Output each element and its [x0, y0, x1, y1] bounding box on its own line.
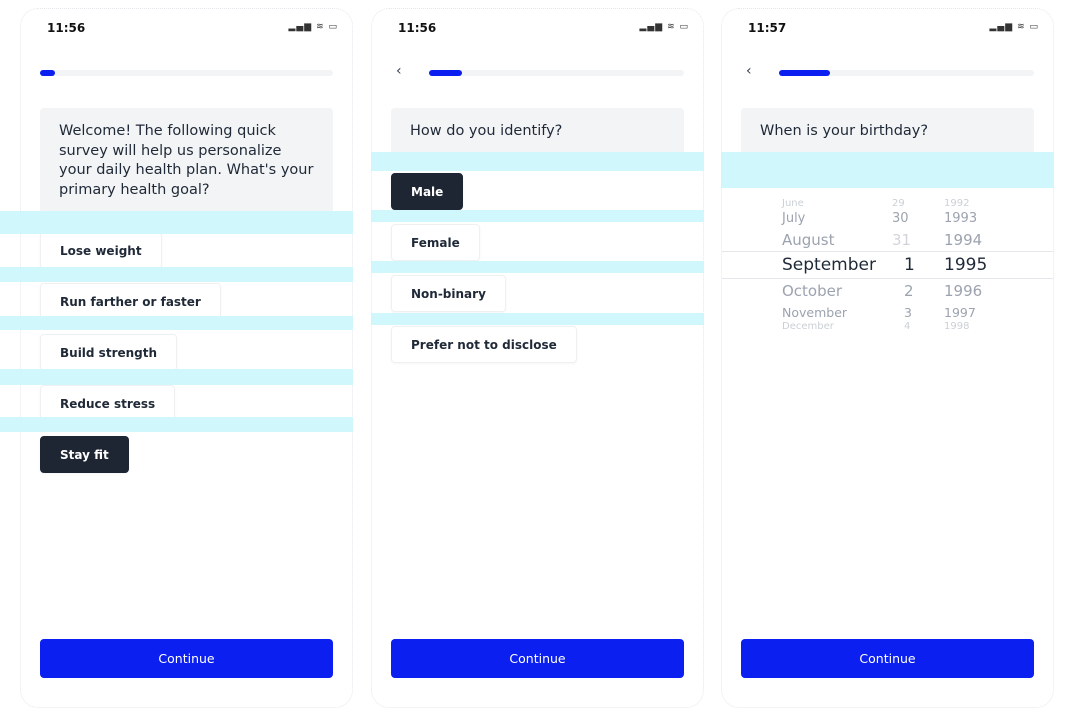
- day: 2: [904, 282, 914, 300]
- option-non-binary[interactable]: Non-binary: [391, 275, 506, 312]
- highlight-band: [371, 313, 704, 325]
- progress-bar: [429, 70, 684, 76]
- progress-fill: [779, 70, 830, 76]
- option-male[interactable]: Male: [391, 173, 464, 210]
- option-lose-weight[interactable]: Lose weight: [40, 232, 162, 269]
- picker-selected-row[interactable]: September 1 1995: [722, 251, 1053, 279]
- highlight-band: [0, 316, 353, 330]
- year: 1993: [944, 211, 978, 226]
- month: November: [782, 305, 848, 320]
- day: 4: [904, 321, 911, 332]
- selected-month: September: [782, 255, 876, 275]
- highlight-band: [371, 210, 704, 222]
- option-female[interactable]: Female: [391, 224, 480, 261]
- selected-day: 1: [904, 255, 915, 275]
- month: October: [782, 282, 843, 300]
- year: 1997: [944, 305, 976, 320]
- screen-identity: 11:56 ▂▄▆ ≋ ▭ ‹ How do you identify? Mal…: [371, 8, 704, 708]
- progress-bar: [779, 70, 1034, 76]
- selected-year: 1995: [944, 255, 988, 275]
- screen-health-goal: 11:56 ▂▄▆ ≋ ▭ Welcome! The following qui…: [20, 8, 353, 708]
- status-icons: ▂▄▆ ≋ ▭: [288, 22, 338, 32]
- day: 30: [892, 211, 909, 226]
- question-text: How do you identify?: [391, 108, 684, 156]
- day: 29: [892, 198, 905, 209]
- status-time: 11:56: [398, 21, 437, 35]
- year: 1996: [944, 282, 983, 300]
- year: 1992: [944, 198, 970, 209]
- option-run-farther[interactable]: Run farther or faster: [40, 283, 221, 320]
- highlight-band: [0, 267, 353, 282]
- highlight-band: [371, 152, 704, 171]
- continue-button[interactable]: Continue: [741, 639, 1034, 678]
- back-chevron-icon[interactable]: ‹: [746, 63, 752, 79]
- progress-bar: [40, 70, 333, 76]
- month: June: [782, 198, 804, 209]
- status-time: 11:56: [47, 21, 86, 35]
- question-text: Welcome! The following quick survey will…: [40, 108, 333, 214]
- highlight-band: [721, 152, 1054, 188]
- highlight-band: [0, 211, 353, 234]
- progress-fill: [429, 70, 463, 76]
- continue-button[interactable]: Continue: [391, 639, 684, 678]
- day: 31: [892, 231, 912, 249]
- progress-fill: [40, 70, 55, 76]
- month: August: [782, 231, 835, 249]
- continue-button[interactable]: Continue: [40, 639, 333, 678]
- day: 3: [904, 305, 912, 320]
- option-build-strength[interactable]: Build strength: [40, 334, 178, 371]
- screen-birthday: 11:57 ▂▄▆ ≋ ▭ ‹ When is your birthday? J…: [721, 8, 1054, 708]
- date-picker[interactable]: June 29 1992 July 30 1993 August 31 1994 Septe…: [722, 189, 1053, 339]
- question-text: When is your birthday?: [741, 108, 1034, 156]
- status-icons: ▂▄▆ ≋ ▭: [639, 22, 689, 32]
- option-stay-fit[interactable]: Stay fit: [40, 436, 129, 473]
- month: December: [782, 321, 834, 332]
- status-time: 11:57: [748, 21, 787, 35]
- highlight-band: [0, 417, 353, 432]
- year: 1998: [944, 321, 970, 332]
- back-chevron-icon[interactable]: ‹: [396, 63, 402, 79]
- highlight-band: [0, 369, 353, 385]
- year: 1994: [944, 231, 983, 249]
- highlight-band: [371, 261, 704, 273]
- month: July: [782, 211, 806, 226]
- status-icons: ▂▄▆ ≋ ▭: [989, 22, 1039, 32]
- option-prefer-not[interactable]: Prefer not to disclose: [391, 326, 577, 363]
